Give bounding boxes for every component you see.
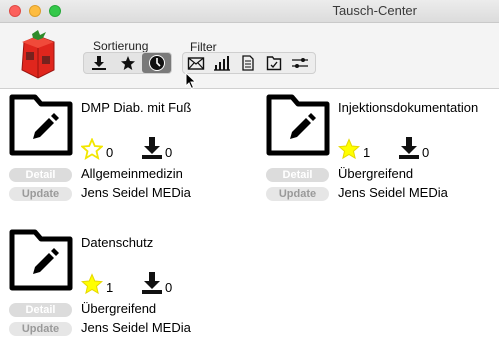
filter-settings-button[interactable] (287, 53, 313, 73)
detail-button[interactable]: Detail (266, 168, 329, 182)
card-author: Jens Seidel MEDia (81, 185, 191, 200)
zoom-window-button[interactable] (49, 5, 61, 17)
card-title: Injektionsdokumentation (338, 100, 479, 115)
update-button[interactable]: Update (266, 187, 329, 201)
folder-edit-icon (266, 94, 330, 156)
download-count-icon (142, 137, 162, 159)
sort-segmented-control (83, 52, 172, 74)
download-count: 0 (165, 280, 173, 295)
mouse-pointer-icon (185, 72, 197, 90)
card-category: Übergreifend (338, 166, 414, 181)
template-card[interactable]: DMP Diab. mit Fuß 0 0 Detail Allgemeinme… (9, 94, 239, 214)
card-author: Jens Seidel MEDia (338, 185, 448, 200)
sort-by-downloads-button[interactable] (84, 53, 113, 73)
detail-button[interactable]: Detail (9, 303, 72, 317)
rating-count: 1 (106, 280, 114, 295)
update-button[interactable]: Update (9, 187, 72, 201)
filter-segmented-control (182, 52, 316, 74)
toolbar: Sortierung Filter (0, 23, 499, 89)
card-category: Übergreifend (81, 301, 157, 316)
filter-mail-button[interactable] (183, 53, 209, 73)
mail-icon (187, 57, 205, 70)
template-card[interactable]: Injektionsdokumentation 1 0 Detail Überg… (266, 94, 496, 214)
folder-check-icon (266, 56, 282, 71)
window-title: Tausch-Center (332, 3, 417, 18)
star-icon (120, 56, 135, 70)
rating-star-filled-icon (81, 273, 103, 295)
minimize-window-button[interactable] (29, 5, 41, 17)
sort-by-rating-button[interactable] (113, 53, 142, 73)
template-card[interactable]: Datenschutz 1 0 Detail Übergreifend Upda… (9, 229, 239, 349)
folder-edit-icon (9, 94, 73, 156)
update-button[interactable]: Update (9, 322, 72, 336)
sort-by-date-button[interactable] (142, 53, 171, 73)
rating-star-outline-icon (81, 138, 103, 160)
rating-star-filled-icon (338, 138, 360, 160)
clock-icon (148, 55, 165, 71)
title-bar: Tausch-Center (0, 0, 499, 23)
filter-chart-button[interactable] (209, 53, 235, 73)
card-title: DMP Diab. mit Fuß (81, 100, 192, 115)
detail-button[interactable]: Detail (9, 168, 72, 182)
close-window-button[interactable] (9, 5, 21, 17)
download-count: 0 (165, 145, 173, 160)
card-category: Allgemeinmedizin (81, 166, 183, 181)
card-author: Jens Seidel MEDia (81, 320, 191, 335)
download-count-icon (142, 272, 162, 294)
folder-edit-icon (9, 229, 73, 291)
filter-document-button[interactable] (235, 53, 261, 73)
bar-chart-icon (214, 56, 230, 71)
card-title: Datenschutz (81, 235, 154, 250)
rating-count: 0 (106, 145, 114, 160)
rating-count: 1 (363, 145, 371, 160)
download-count: 0 (422, 145, 430, 160)
filter-folder-button[interactable] (261, 53, 287, 73)
download-count-icon (399, 137, 419, 159)
sort-label: Sortierung (93, 39, 149, 53)
document-icon (242, 55, 254, 71)
sliders-icon (292, 58, 308, 68)
download-icon (91, 56, 106, 70)
tomato-cube-logo-icon (21, 30, 55, 79)
